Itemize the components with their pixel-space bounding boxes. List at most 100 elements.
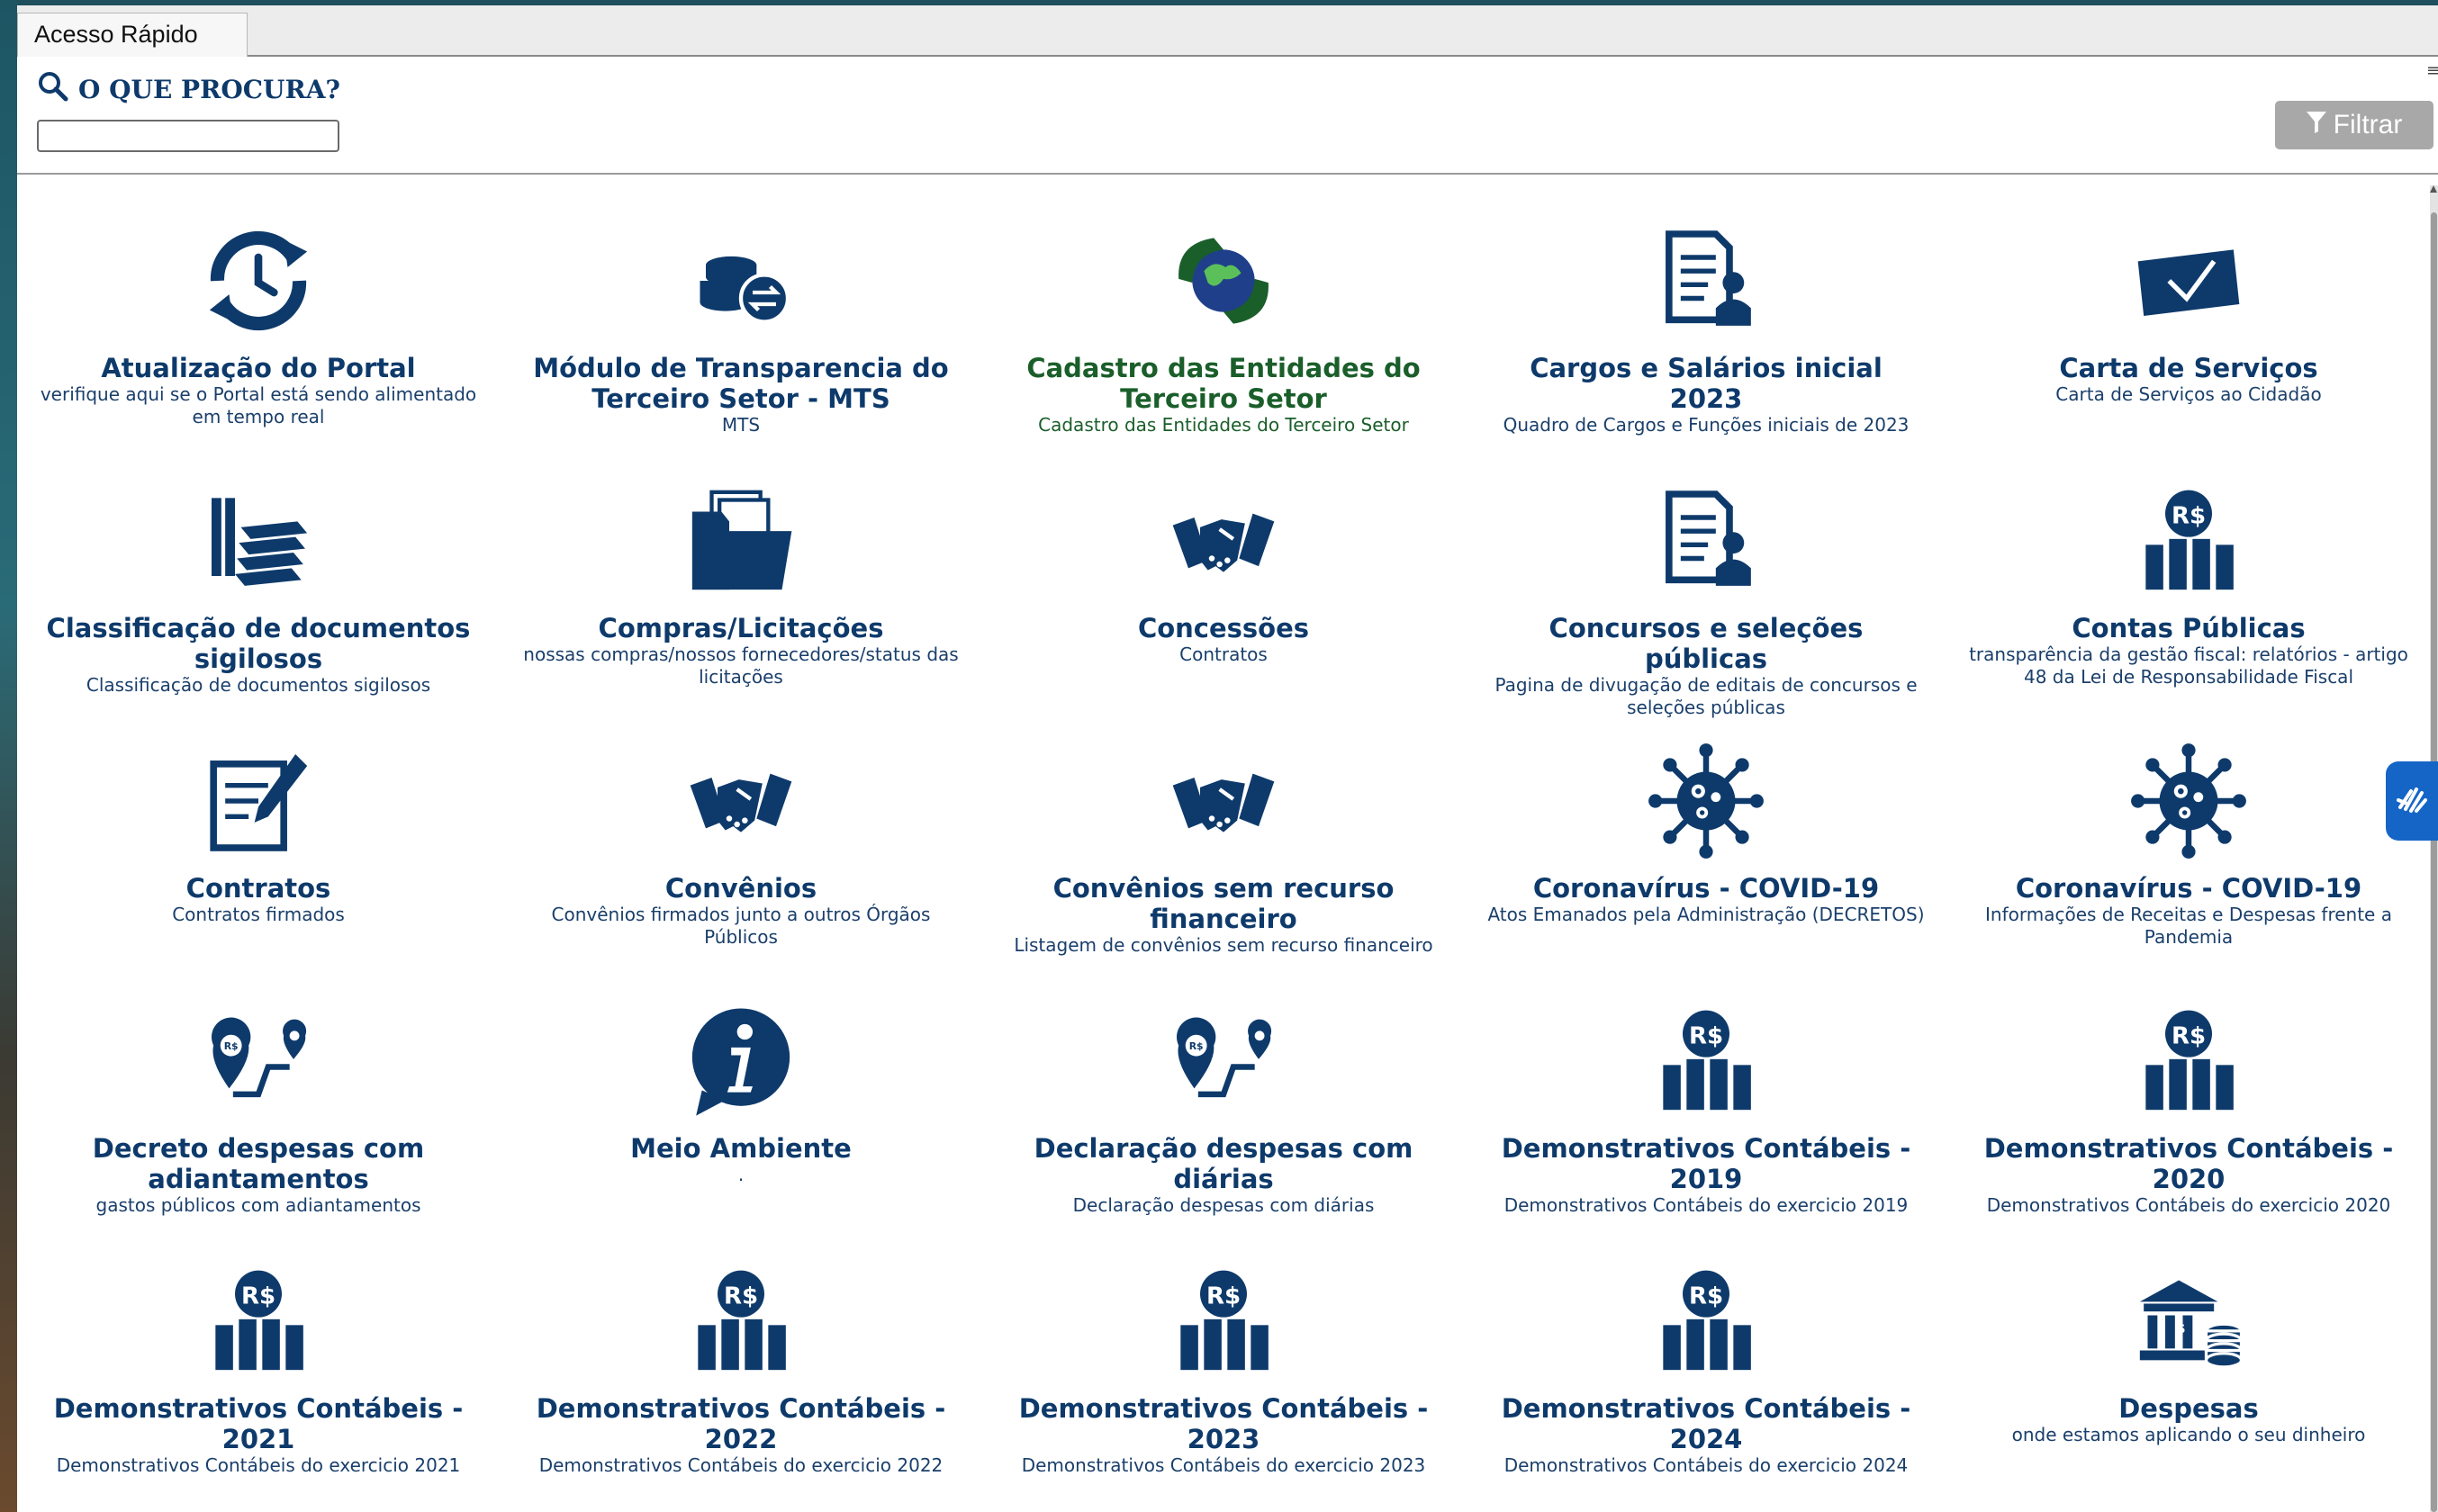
tile-subtitle: Atos Emanados pela Administração (DECRET… [1487,904,1925,925]
tile-3[interactable]: Cadastro das Entidades do Terceiro Setor… [982,218,1465,478]
tile-12[interactable]: Convênios Convênios firmados junto a outr… [500,738,982,998]
tile-5[interactable]: Carta de Serviços Carta de Serviços ao Ci… [1947,218,2430,478]
tile-title: Contas Públicas [2072,613,2306,644]
tile-2[interactable]: Módulo de Transparencia do Terceiro Seto… [500,218,982,478]
accessibility-button[interactable] [2386,761,2438,841]
money-chart-icon: R$ [2126,478,2252,604]
tile-subtitle: Demonstrativos Contábeis do exercicio 20… [538,1454,944,1476]
tile-subtitle: Listagem de convênios sem recurso financ… [1014,934,1433,956]
background-strip [0,0,17,1512]
tile-24[interactable]: R$ Demonstrativos Contábeis - 2024 Demonst… [1465,1258,1947,1512]
svg-text:R$: R$ [241,1283,275,1310]
svg-text:R$: R$ [1189,1040,1204,1052]
tile-subtitle: Classificação de documentos sigilosos [86,674,431,696]
tile-title: Módulo de Transparencia do Terceiro Seto… [533,353,949,414]
tile-title: Convênios sem recurso financeiro [1052,873,1395,934]
handshake-icon [1160,478,1287,604]
tile-subtitle: Demonstrativos Contábeis do exercicio 20… [1021,1454,1426,1476]
tile-subtitle: verifique aqui se o Portal está sendo al… [40,383,477,428]
tile-subtitle: Informações de Receitas e Despesas frent… [1985,904,2392,948]
svg-text:$: $ [2176,1320,2186,1336]
tile-23[interactable]: R$ Demonstrativos Contábeis - 2023 Demonst… [982,1258,1465,1512]
money-chart-icon: R$ [1643,998,1769,1124]
route-money-icon: R$ [195,998,321,1124]
tile-title: Demonstrativos Contábeis - 2024 [1501,1393,1911,1454]
tile-title: Compras/Licitações [598,613,884,644]
tile-subtitle: MTS [721,414,761,436]
globe-hands-icon [1160,218,1287,344]
coins-exchange-icon [678,218,804,344]
tile-title: Concessões [1137,613,1310,644]
tile-15[interactable]: Coronavírus - COVID-19 Informações de Rec… [1947,738,2430,998]
tile-subtitle: Pagina de divugação de editais de concur… [1494,674,1918,718]
search-icon [37,70,69,109]
tile-11[interactable]: Contratos Contratos firmados [17,738,500,998]
tile-10[interactable]: R$ Contas Públicas transparência da gestão… [1947,478,2430,738]
tile-subtitle: Contratos firmados [172,904,345,925]
tile-13[interactable]: Convênios sem recurso financeiro Listagem… [982,738,1465,998]
tile-7[interactable]: Compras/Licitações nossas compras/nossos … [500,478,982,738]
contract-pen-icon [195,738,321,864]
tile-title: Cargos e Salários inicial 2023 [1530,353,1883,414]
search-label-text: O QUE PROCURA? [78,75,340,104]
tile-title: Contratos [185,873,331,904]
money-chart-icon: R$ [195,1258,321,1384]
svg-text:R$: R$ [2172,1023,2206,1050]
tile-title: Coronavírus - COVID-19 [2015,873,2362,904]
tile-14[interactable]: Coronavírus - COVID-19 Atos Emanados pela… [1465,738,1947,998]
svg-text:R$: R$ [724,1283,758,1310]
tile-title: Carta de Serviços [2059,353,2318,383]
tile-title: Declaração despesas com diárias [1034,1133,1413,1194]
tile-title: Demonstrativos Contábeis - 2019 [1501,1133,1911,1194]
money-chart-icon: R$ [678,1258,804,1384]
tile-subtitle: gastos públicos com adiantamentos [95,1194,421,1216]
tile-title: Demonstrativos Contábeis - 2023 [1018,1393,1429,1454]
tile-subtitle: Demonstrativos Contábeis do exercicio 20… [1503,1194,1909,1216]
filter-button-label: Filtrar [2333,110,2403,140]
menu-icon[interactable]: ≡ [2426,61,2438,80]
scroll-up-icon[interactable] [2430,185,2437,193]
vertical-scrollbar[interactable] [2430,185,2438,1512]
svg-text:R$: R$ [2172,503,2206,530]
tile-subtitle: Demonstrativos Contábeis do exercicio 20… [1503,1454,1909,1476]
svg-text:R$: R$ [1206,1283,1241,1310]
handshake-icon [1160,738,1287,864]
tile-22[interactable]: R$ Demonstrativos Contábeis - 2022 Demonst… [500,1258,982,1512]
search-input[interactable] [37,120,339,152]
tile-title: Decreto despesas com adiantamentos [92,1133,425,1194]
tile-19[interactable]: R$ Demonstrativos Contábeis - 2019 Demonst… [1465,998,1947,1258]
tile-6[interactable]: Classificação de documentos sigilosos Cla… [17,478,500,738]
filter-button[interactable]: Filtrar [2275,101,2433,149]
virus-icon [1643,738,1769,864]
tile-title: Demonstrativos Contábeis - 2022 [536,1393,946,1454]
tile-9[interactable]: Concursos e seleções públicas Pagina de d… [1465,478,1947,738]
tile-20[interactable]: R$ Demonstrativos Contábeis - 2020 Demonst… [1947,998,2430,1258]
tile-8[interactable]: Concessões Contratos [982,478,1465,738]
document-person-icon [1643,218,1769,344]
tile-title: Atualização do Portal [101,353,416,383]
tile-25[interactable]: $ Despesas onde estamos aplicando o seu di… [1947,1258,2430,1512]
money-chart-icon: R$ [1643,1258,1769,1384]
tile-21[interactable]: R$ Demonstrativos Contábeis - 2021 Demonst… [17,1258,500,1512]
tile-1[interactable]: Atualização do Portal verifique aqui se o… [17,218,500,478]
tab-acesso-rapido[interactable]: Acesso Rápido [17,13,248,57]
tile-title: Demonstrativos Contábeis - 2020 [1983,1133,2394,1194]
tile-subtitle: onde estamos aplicando o seu dinheiro [2011,1424,2366,1445]
tile-title: Despesas [2118,1393,2259,1424]
money-chart-icon: R$ [2126,998,2252,1124]
sign-language-icon [2393,780,2431,822]
envelope-check-icon [2126,218,2252,344]
tile-subtitle: Declaração despesas com diárias [1072,1194,1375,1216]
tile-subtitle: Carta de Serviços ao Cidadão [2055,383,2322,405]
tile-title: Demonstrativos Contábeis - 2021 [53,1393,464,1454]
scroll-thumb[interactable] [2431,212,2437,1512]
folder-documents-icon [678,478,804,604]
tile-18[interactable]: R$ Declaração despesas com diárias Declara… [982,998,1465,1258]
quick-access-window: Acesso Rápido ≡ O QUE PROCURA? Filtrar A… [17,5,2438,1512]
svg-text:R$: R$ [1689,1283,1723,1310]
tile-subtitle: Demonstrativos Contábeis do exercicio 20… [56,1454,461,1476]
tile-4[interactable]: Cargos e Salários inicial 2023 Quadro de … [1465,218,1947,478]
tile-16[interactable]: R$ Decreto despesas com adiantamentos gast… [17,998,500,1258]
tile-17[interactable]: Meio Ambiente. [500,998,982,1258]
tile-title: Convênios [664,873,817,904]
